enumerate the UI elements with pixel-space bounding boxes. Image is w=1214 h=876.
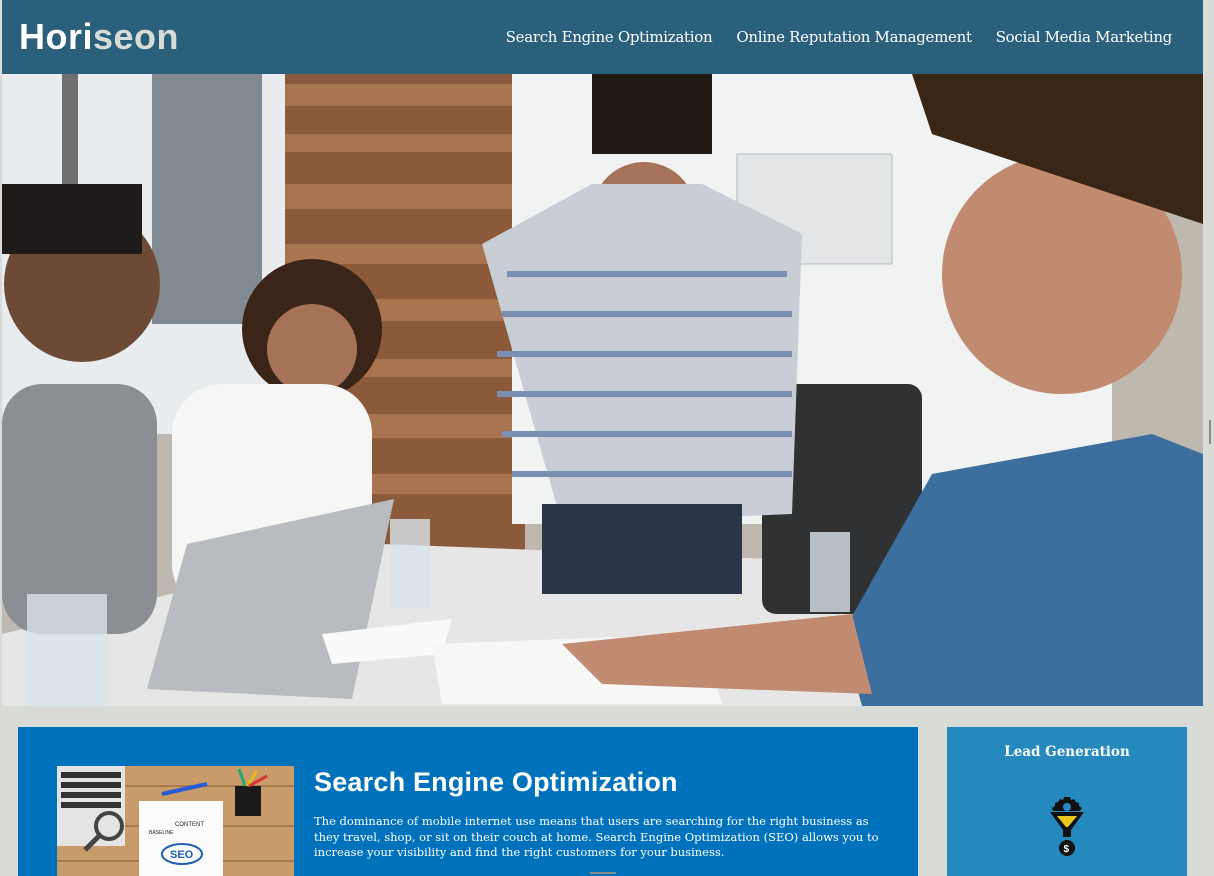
seo-img-label-seo: SEO <box>170 849 194 861</box>
seo-section: CONTENT BASELINE SEO Search Engine Optim… <box>18 727 918 876</box>
lead-generation-funnel-icon: $ <box>1050 797 1084 856</box>
brand-logo[interactable]: Horiseon <box>19 16 179 58</box>
seo-description: The dominance of mobile internet use mea… <box>314 814 879 859</box>
vertical-scrollbar-thumb[interactable] <box>1209 420 1211 444</box>
hero-image <box>2 74 1203 706</box>
seo-img-label-baseline: BASELINE <box>149 830 174 836</box>
seo-desk-illustration: CONTENT BASELINE SEO <box>57 766 294 876</box>
svg-text:$: $ <box>1064 844 1070 855</box>
seo-title: Search Engine Optimization <box>314 767 678 797</box>
nav-link-reputation[interactable]: Online Reputation Management <box>736 28 972 46</box>
benefits-aside: Lead Generation $ <box>947 727 1187 876</box>
seo-img-label-content: CONTENT <box>175 822 204 828</box>
brand-text-part1: Hori <box>19 16 93 57</box>
horizontal-scrollbar-thumb[interactable] <box>590 872 616 874</box>
brand-text-part2: seon <box>93 16 180 57</box>
nav-link-social[interactable]: Social Media Marketing <box>996 28 1173 46</box>
hero-photo-illustration <box>2 74 1203 706</box>
seo-image: CONTENT BASELINE SEO <box>57 766 294 876</box>
main-nav: Search Engine Optimization Online Reputa… <box>506 28 1173 46</box>
lead-generation-title: Lead Generation <box>1004 744 1130 760</box>
site-header: Horiseon Search Engine Optimization Onli… <box>2 0 1203 74</box>
nav-link-seo[interactable]: Search Engine Optimization <box>506 28 713 46</box>
